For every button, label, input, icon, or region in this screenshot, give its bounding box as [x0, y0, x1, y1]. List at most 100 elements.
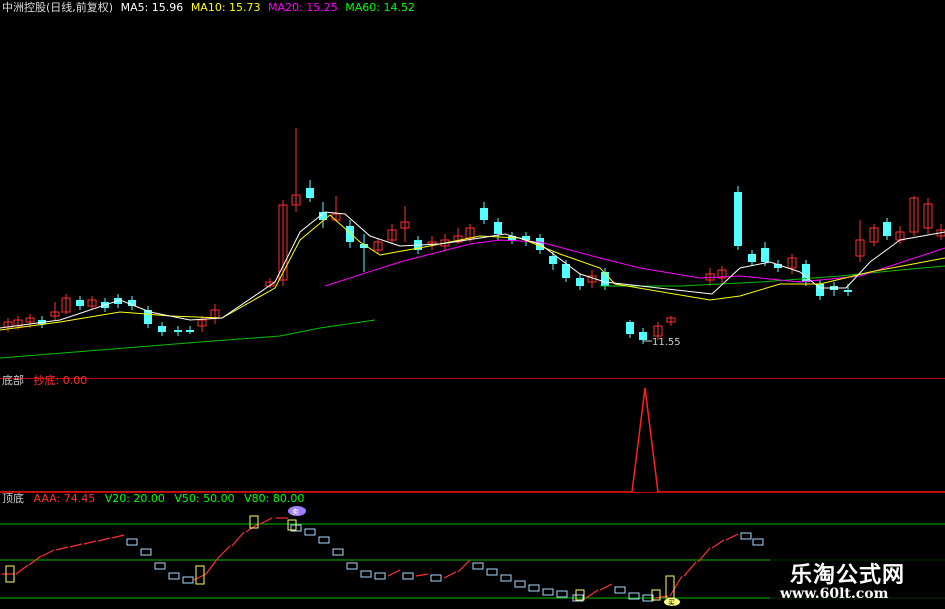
candle: [576, 274, 584, 290]
osc-bar: [430, 574, 442, 582]
osc-bar: [140, 548, 152, 556]
candle: [346, 220, 354, 248]
candle: [427, 236, 437, 250]
candle: [319, 202, 327, 228]
osc-bar: [97, 537, 111, 542]
candle: [639, 328, 647, 344]
osc-bar: [514, 580, 526, 588]
candle: [549, 252, 557, 270]
osc-bar: [752, 538, 764, 546]
osc-bar: [126, 538, 138, 546]
candle: [128, 296, 136, 310]
candle: [186, 326, 194, 334]
osc-bar: [83, 540, 97, 545]
candle: [626, 320, 634, 338]
candle: [197, 316, 207, 332]
osc-bar: [443, 571, 457, 579]
osc-bar: [259, 517, 273, 525]
ma60-line-2: [600, 265, 945, 287]
candle: [666, 316, 676, 326]
bottom-signal-line: [0, 387, 945, 493]
candle: [601, 268, 609, 290]
aaa-oscillator: [2, 515, 764, 602]
candle: [210, 304, 220, 324]
candle: [717, 266, 727, 284]
osc-bar: [500, 574, 512, 582]
osc-bar: [556, 590, 568, 598]
osc-bar: [740, 532, 752, 540]
osc-bar: [304, 528, 316, 536]
candle: [869, 224, 879, 246]
osc-bar: [217, 545, 231, 559]
osc-bar: [154, 562, 166, 570]
ma60-line: [0, 319, 376, 359]
osc-bar: [683, 561, 697, 577]
panel3-v20: V20: 20.00: [104, 492, 165, 505]
osc-bar: [486, 568, 498, 576]
osc-bar: [711, 539, 725, 549]
panel-separator-1: [0, 378, 945, 379]
candle: [895, 226, 905, 244]
watermark-url: www.60lt.com: [780, 586, 889, 602]
osc-bar: [346, 562, 358, 570]
osc-bar: [318, 536, 330, 544]
osc-bar: [111, 534, 125, 539]
watermark-title: 乐淘公式网: [790, 563, 906, 588]
kline-chart[interactable]: 11.55 卖 买: [0, 0, 945, 609]
osc-bar: [669, 575, 683, 597]
candle: [306, 180, 314, 202]
candlestick-series: [3, 128, 945, 344]
candle: [923, 198, 933, 234]
moving-average-lines: [0, 211, 945, 359]
candle: [61, 294, 71, 314]
osc-bar: [332, 548, 344, 556]
panel3-aaa: AAA: 74.45: [33, 492, 96, 505]
candle: [748, 250, 756, 266]
osc-bar: [15, 564, 29, 575]
panel3-name: 顶底: [2, 492, 24, 505]
top-signal-text: 卖: [292, 508, 299, 516]
osc-bar: [41, 549, 55, 557]
candle: [787, 254, 797, 274]
osc-bar: [457, 559, 471, 573]
candle: [360, 234, 368, 272]
osc-bar: [585, 589, 599, 599]
candle: [480, 202, 488, 224]
signal-box: [665, 575, 675, 599]
osc-bar: [374, 572, 386, 580]
osc-bar: [69, 543, 83, 548]
osc-bar: [402, 572, 414, 580]
candle: [291, 128, 301, 212]
osc-bar: [725, 533, 739, 541]
candle: [830, 282, 838, 296]
watermark: 乐淘公式网 www.60lt.com: [770, 554, 945, 609]
panel2-label: 底部 抄底: 0.00: [2, 374, 93, 388]
candle: [855, 220, 865, 262]
candle: [909, 196, 919, 236]
candle: [158, 322, 166, 336]
candle: [883, 218, 891, 240]
osc-bar: [231, 531, 245, 547]
osc-bar: [599, 583, 613, 591]
osc-bar: [360, 570, 372, 578]
candle: [400, 206, 410, 242]
candle: [3, 318, 13, 332]
panel3-v80: V80: 80.00: [244, 492, 305, 505]
panel2-indicator: 抄底: 0.00: [33, 374, 88, 387]
osc-bar: [387, 569, 401, 577]
candle: [50, 302, 60, 320]
osc-bar: [168, 572, 180, 580]
osc-bar: [528, 584, 540, 592]
panel2-name: 底部: [2, 374, 24, 387]
bottom-signal-text: 买: [668, 599, 675, 607]
osc-bar: [55, 546, 69, 551]
osc-bar: [415, 573, 429, 577]
candle: [76, 296, 84, 310]
candle: [144, 306, 152, 328]
candle: [174, 326, 182, 336]
candle: [734, 186, 742, 250]
osc-bar: [182, 576, 194, 584]
osc-bar: [472, 562, 484, 570]
low-price-label: 11.55: [652, 337, 681, 348]
osc-bar: [542, 588, 554, 596]
